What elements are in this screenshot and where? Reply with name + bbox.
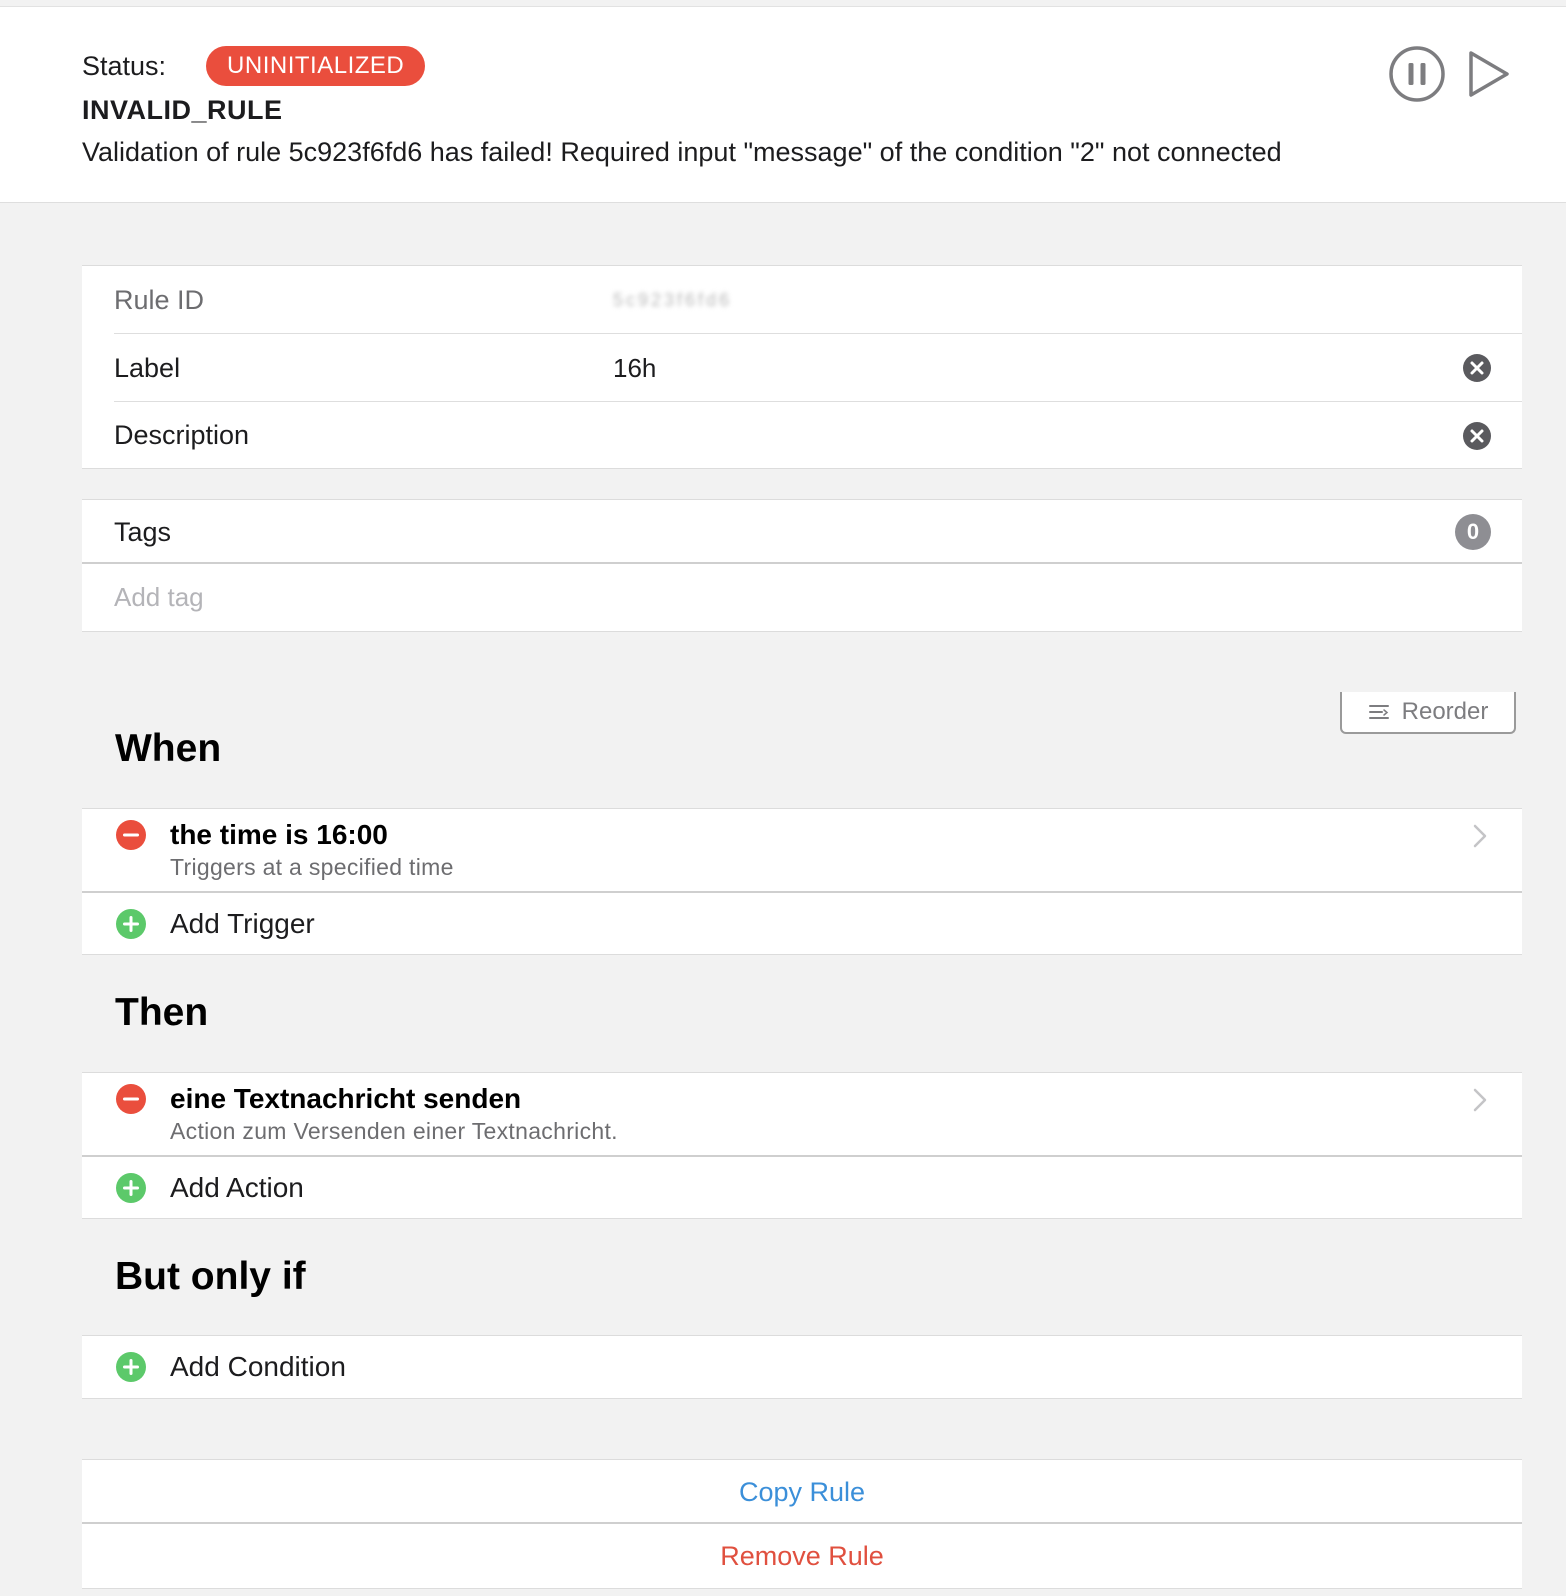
remove-action-icon[interactable] bbox=[115, 1083, 147, 1115]
rule-actions-group: Copy Rule Remove Rule bbox=[82, 1459, 1522, 1589]
add-condition-icon bbox=[116, 1352, 146, 1382]
remove-rule-button[interactable]: Remove Rule bbox=[720, 1541, 884, 1572]
trigger-subtitle: Triggers at a specified time bbox=[170, 854, 454, 880]
description-row[interactable]: Description bbox=[82, 402, 1522, 469]
rule-id-row: Rule ID 5c923f6fd6 bbox=[82, 266, 1522, 334]
add-trigger-row[interactable]: Add Trigger bbox=[82, 893, 1522, 955]
when-title: When bbox=[115, 727, 222, 770]
conditions-group: Add Condition bbox=[82, 1335, 1522, 1399]
add-tag-row[interactable] bbox=[82, 564, 1522, 631]
label-field-value[interactable]: 16h bbox=[613, 353, 656, 384]
tags-label: Tags bbox=[114, 516, 172, 547]
label-field-label: Label bbox=[114, 352, 181, 383]
description-field-label: Description bbox=[114, 420, 250, 450]
status-label: Status: bbox=[82, 50, 167, 81]
rule-id-value: 5c923f6fd6 bbox=[613, 289, 733, 310]
reorder-lines-icon bbox=[1368, 705, 1389, 719]
add-action-icon bbox=[116, 1173, 146, 1203]
status-code: INVALID_RULE bbox=[82, 95, 283, 125]
add-condition-label: Add Condition bbox=[170, 1351, 346, 1382]
action-item[interactable]: eine Textnachricht senden Action zum Ver… bbox=[82, 1073, 1522, 1157]
add-action-label: Add Action bbox=[170, 1172, 304, 1203]
tags-row: Tags 0 bbox=[82, 500, 1522, 564]
status-line: Status: UNINITIALIZED bbox=[82, 46, 426, 86]
run-rule-button[interactable] bbox=[1466, 49, 1512, 99]
trigger-title: the time is 16:00 bbox=[170, 819, 388, 850]
copy-rule-row[interactable]: Copy Rule bbox=[82, 1460, 1522, 1524]
reorder-button[interactable]: Reorder bbox=[1340, 692, 1516, 734]
copy-rule-button[interactable]: Copy Rule bbox=[739, 1477, 865, 1508]
add-condition-row[interactable]: Add Condition bbox=[82, 1336, 1522, 1398]
reorder-label: Reorder bbox=[1401, 698, 1489, 725]
triggers-group: the time is 16:00 Triggers at a specifie… bbox=[82, 808, 1522, 955]
rule-details-group: Rule ID 5c923f6fd6 Label 16h Description bbox=[82, 265, 1522, 469]
chevron-right-icon bbox=[1473, 824, 1487, 848]
add-tag-input[interactable] bbox=[114, 582, 1490, 613]
status-header: Status: UNINITIALIZED INVALID_RULE Valid… bbox=[0, 6, 1566, 203]
status-message: Validation of rule 5c923f6fd6 has failed… bbox=[82, 137, 1282, 167]
clear-label-icon[interactable] bbox=[1462, 353, 1492, 383]
pause-circle-icon bbox=[1389, 46, 1445, 102]
play-icon bbox=[1469, 51, 1509, 97]
action-subtitle: Action zum Versenden einer Textnachricht… bbox=[170, 1118, 618, 1144]
trigger-item[interactable]: the time is 16:00 Triggers at a specifie… bbox=[82, 809, 1522, 893]
tags-count-badge: 0 bbox=[1455, 514, 1491, 550]
add-action-row[interactable]: Add Action bbox=[82, 1157, 1522, 1219]
clear-description-icon[interactable] bbox=[1462, 421, 1492, 451]
label-row[interactable]: Label 16h bbox=[82, 334, 1522, 402]
rule-id-label: Rule ID bbox=[114, 284, 205, 315]
actions-group: eine Textnachricht senden Action zum Ver… bbox=[82, 1072, 1522, 1219]
action-title: eine Textnachricht senden bbox=[170, 1083, 522, 1114]
tags-group: Tags 0 bbox=[82, 499, 1522, 632]
pause-rule-button[interactable] bbox=[1388, 45, 1446, 103]
chevron-right-icon bbox=[1473, 1088, 1487, 1112]
add-trigger-icon bbox=[116, 909, 146, 939]
add-trigger-label: Add Trigger bbox=[170, 908, 315, 939]
remove-trigger-icon[interactable] bbox=[115, 819, 147, 851]
then-title: Then bbox=[115, 991, 209, 1034]
status-badge: UNINITIALIZED bbox=[206, 46, 426, 86]
remove-rule-row[interactable]: Remove Rule bbox=[82, 1524, 1522, 1588]
but-only-if-title: But only if bbox=[115, 1255, 306, 1298]
